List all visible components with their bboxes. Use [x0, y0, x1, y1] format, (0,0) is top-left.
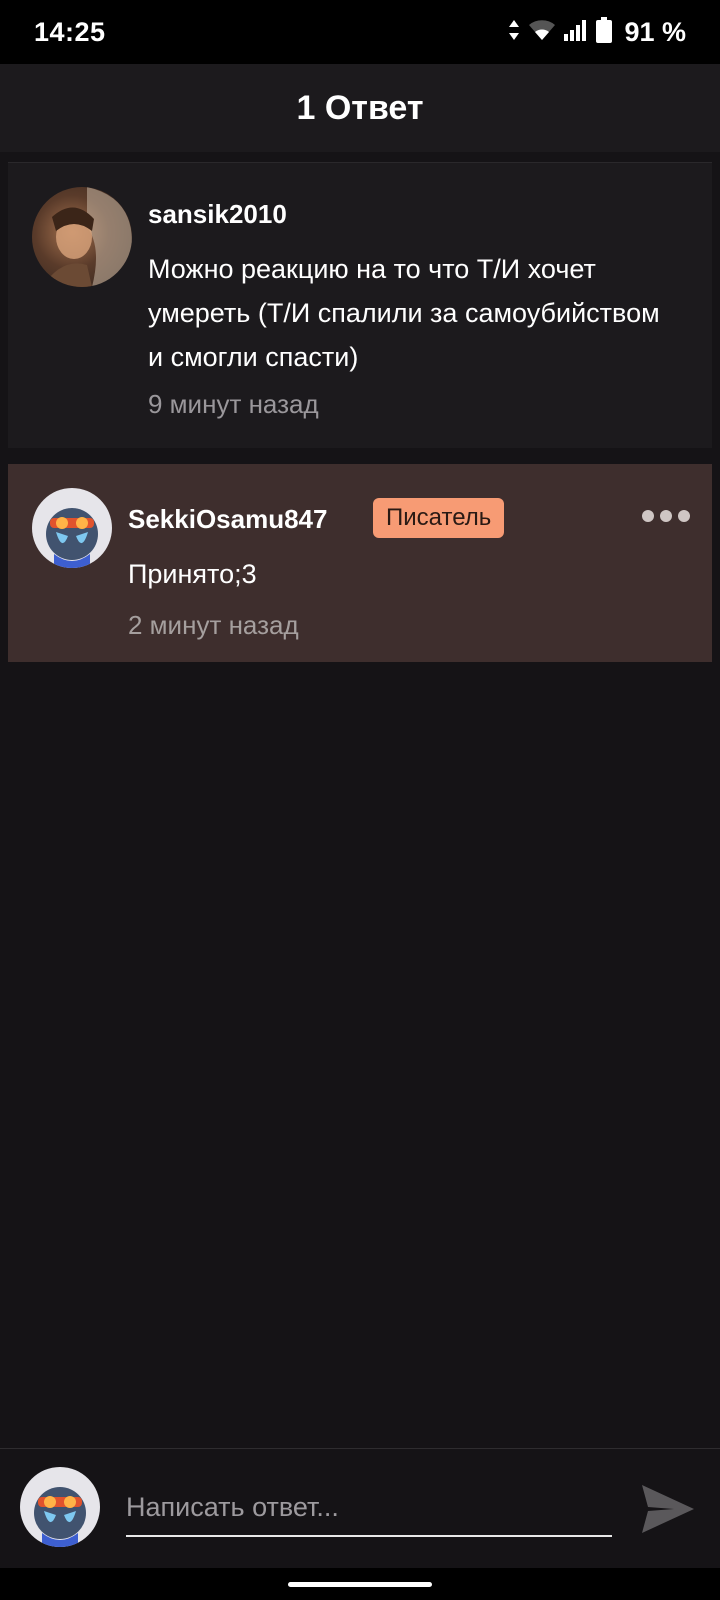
reply-input[interactable]: [126, 1479, 612, 1537]
page-header: 1 Ответ: [0, 64, 720, 152]
send-icon: [642, 1485, 694, 1533]
comment-timestamp: 9 минут назад: [148, 389, 319, 419]
more-dot: [678, 510, 690, 522]
more-horizontal-icon[interactable]: [642, 510, 690, 522]
more-dot: [660, 510, 672, 522]
status-time: 14:25: [34, 16, 106, 47]
wifi-icon: [528, 19, 556, 46]
status-icons: 91 %: [508, 16, 686, 48]
avatar[interactable]: [32, 187, 132, 287]
current-user-avatar: [20, 1467, 100, 1547]
avatar-image: [42, 187, 132, 287]
signal-icon: [564, 19, 588, 46]
comment-timestamp: 2 минут назад: [128, 610, 299, 640]
comment-username[interactable]: sansik2010: [148, 199, 287, 230]
battery-percentage: 91 %: [624, 16, 686, 47]
battery-icon: [596, 16, 613, 48]
more-dot: [642, 510, 654, 522]
system-nav-bar: [0, 1568, 720, 1600]
parent-comment[interactable]: sansik2010 Можно реакцию на то что Т/И х…: [8, 162, 712, 448]
status-bar: 14:25 91 %: [0, 0, 720, 64]
compose-bar: [0, 1448, 720, 1568]
avatar-image: [46, 508, 98, 568]
comment-username[interactable]: SekkiOsamu847: [128, 504, 327, 535]
reply-comment[interactable]: SekkiOsamu847 Писатель Принято;3 2 минут…: [8, 464, 712, 662]
data-arrows-icon: [508, 19, 520, 46]
home-indicator[interactable]: [288, 1582, 432, 1587]
send-button[interactable]: [638, 1479, 698, 1539]
comment-text: Принято;3: [128, 559, 257, 589]
page-title: 1 Ответ: [296, 88, 424, 127]
role-badge: Писатель: [373, 498, 505, 538]
comment-text: Можно реакцию на то что Т/И хочет умерет…: [148, 254, 660, 372]
avatar[interactable]: [32, 488, 112, 568]
avatar-image: [34, 1487, 86, 1547]
